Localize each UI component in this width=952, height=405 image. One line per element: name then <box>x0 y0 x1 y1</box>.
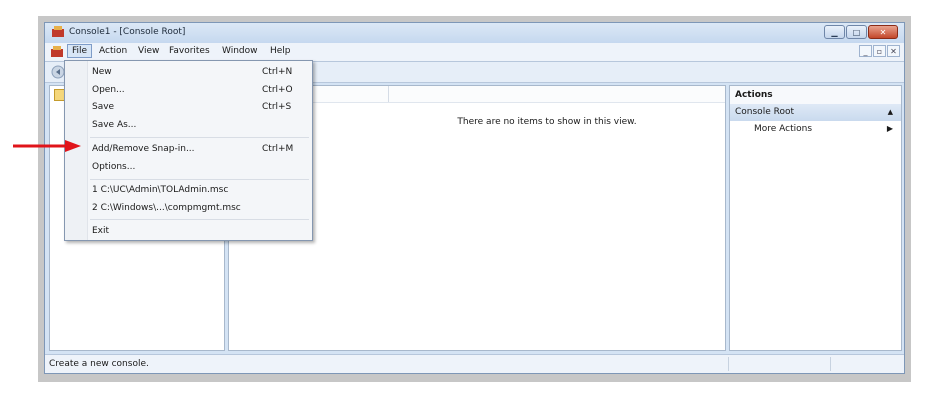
console-app-icon <box>52 26 64 37</box>
shortcut-new: Ctrl+N <box>262 67 293 77</box>
menu-item-save[interactable]: Save <box>92 102 114 112</box>
collapse-up-icon[interactable]: ▲ <box>888 108 893 116</box>
menu-item-add-remove-snap-in[interactable]: Add/Remove Snap-in... <box>92 144 195 154</box>
menu-item-save-as[interactable]: Save As... <box>92 120 136 130</box>
status-divider <box>830 357 831 371</box>
mdi-minimize-button[interactable]: _ <box>859 45 872 57</box>
menu-item-options[interactable]: Options... <box>92 162 135 172</box>
actions-pane: Actions Console Root ▲ More Actions ▶ <box>729 85 902 351</box>
menu-item-new[interactable]: New <box>92 67 112 77</box>
menu-window[interactable]: Window <box>222 46 258 56</box>
status-text: Create a new console. <box>49 359 149 369</box>
status-bar: Create a new console. <box>45 354 904 373</box>
menu-separator <box>90 179 309 180</box>
shortcut-save: Ctrl+S <box>262 102 292 112</box>
shortcut-add-remove: Ctrl+M <box>262 144 294 154</box>
title-bar[interactable]: Console1 - [Console Root] ▁ □ ✕ <box>45 23 904 43</box>
menu-view[interactable]: View <box>138 46 159 56</box>
menu-favorites[interactable]: Favorites <box>169 46 210 56</box>
window-controls: ▁ □ ✕ <box>824 25 898 39</box>
menu-help[interactable]: Help <box>270 46 291 56</box>
menu-item-recent-2[interactable]: 2 C:\Windows\...\compmgmt.msc <box>92 203 241 213</box>
menu-action[interactable]: Action <box>99 46 127 56</box>
maximize-button[interactable]: □ <box>846 25 867 39</box>
more-actions-link[interactable]: More Actions <box>754 124 812 134</box>
menu-file[interactable]: File <box>67 44 93 58</box>
red-pointer-arrow-icon <box>13 140 81 152</box>
column-divider[interactable] <box>388 86 389 102</box>
actions-section-label: Console Root <box>735 107 794 117</box>
menu-separator <box>90 219 309 220</box>
actions-section-console-root[interactable]: Console Root ▲ <box>730 104 901 121</box>
mdi-close-button[interactable]: ✕ <box>887 45 900 57</box>
mdi-controls: _ ▫ ✕ <box>859 45 900 57</box>
status-divider <box>728 357 729 371</box>
back-arrow-icon[interactable] <box>51 65 65 79</box>
menu-item-recent-1[interactable]: 1 C:\UC\Admin\TOLAdmin.msc <box>92 185 228 195</box>
minimize-button[interactable]: ▁ <box>824 25 845 39</box>
window-title: Console1 - [Console Root] <box>69 27 186 37</box>
menu-item-exit[interactable]: Exit <box>92 226 109 236</box>
console-menu-icon[interactable] <box>51 46 63 57</box>
submenu-arrow-icon: ▶ <box>886 124 893 133</box>
file-menu-dropdown: New Ctrl+N Open... Ctrl+O Save Ctrl+S Sa… <box>64 60 313 241</box>
mdi-restore-button[interactable]: ▫ <box>873 45 886 57</box>
actions-title: Actions <box>730 86 901 104</box>
close-button[interactable]: ✕ <box>868 25 898 39</box>
menu-item-open[interactable]: Open... <box>92 85 125 95</box>
menu-separator <box>90 137 309 138</box>
shortcut-open: Ctrl+O <box>262 85 293 95</box>
